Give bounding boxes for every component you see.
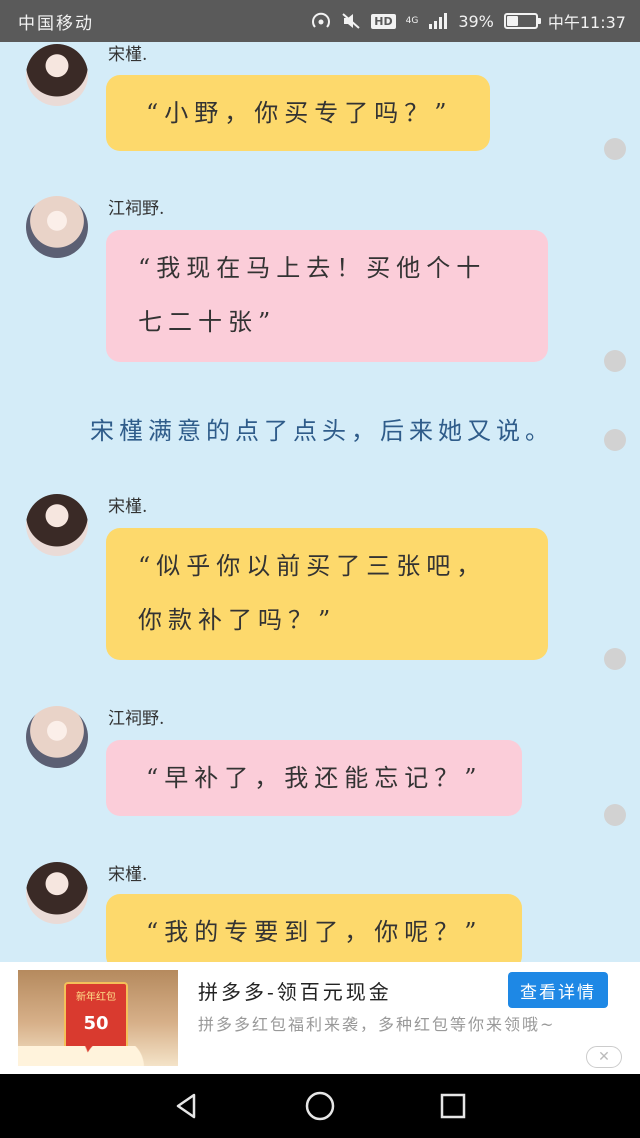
avatar[interactable] bbox=[26, 494, 88, 556]
indicator-dot bbox=[604, 804, 626, 826]
status-icons: HD 4G 39% 中午11:37 bbox=[311, 9, 626, 33]
battery-icon bbox=[503, 13, 541, 29]
message-text: “早补了，我还能忘记？” bbox=[146, 764, 483, 792]
red-envelope-icon: 新年红包 50 bbox=[64, 982, 128, 1054]
indicator-dot bbox=[604, 350, 626, 372]
message-bubble[interactable]: “早补了，我还能忘记？” bbox=[106, 740, 522, 816]
ad-thumb-badge: 新年红包 bbox=[76, 992, 116, 1003]
signal-icon bbox=[428, 13, 448, 29]
ad-thumb-amount: 50 bbox=[83, 1013, 109, 1034]
indicator-dot bbox=[604, 138, 626, 160]
battery-percent: 39% bbox=[458, 11, 494, 31]
recents-icon[interactable] bbox=[433, 1086, 473, 1126]
message-text: “我的专要到了，你呢？” bbox=[146, 918, 483, 946]
mute-icon bbox=[341, 12, 361, 30]
sender-name: 宋槿. bbox=[108, 497, 148, 517]
status-bar: 中国移动 HD 4G 39% 中午11:37 bbox=[0, 0, 640, 42]
message-text: “我现在马上去！买他个十 七二十张” bbox=[138, 254, 487, 336]
avatar[interactable] bbox=[26, 44, 88, 106]
sender-name: 江祠野. bbox=[108, 709, 165, 729]
home-icon[interactable] bbox=[300, 1086, 340, 1126]
hd-badge: HD bbox=[371, 13, 396, 29]
clock: 中午11:37 bbox=[547, 13, 626, 32]
hotspot-icon bbox=[311, 12, 331, 30]
message-text: “小野，你买专了吗？” bbox=[146, 99, 453, 127]
avatar[interactable] bbox=[26, 196, 88, 258]
ad-title[interactable]: 拼多多-领百元现金 bbox=[198, 976, 392, 1005]
ad-banner[interactable]: 新年红包 50 拼多多-领百元现金 拼多多红包福利来袭，多种红包等你来领哦~ 查… bbox=[0, 962, 640, 1074]
sender-name: 宋槿. bbox=[108, 45, 148, 65]
message-bubble[interactable]: “似乎你以前买了三张吧， 你款补了吗？” bbox=[106, 528, 548, 660]
indicator-dot bbox=[604, 648, 626, 670]
chat-area[interactable]: 宋槿. “小野，你买专了吗？” 江祠野. “我现在马上去！买他个十 七二十张” … bbox=[0, 42, 640, 962]
cloud-decoration bbox=[18, 1046, 178, 1066]
navigation-bar bbox=[0, 1074, 640, 1138]
sender-name: 宋槿. bbox=[108, 865, 148, 885]
ad-thumbnail[interactable]: 新年红包 50 bbox=[18, 970, 178, 1066]
network-type: 4G bbox=[405, 15, 419, 26]
indicator-dot bbox=[604, 429, 626, 451]
back-icon[interactable] bbox=[167, 1086, 207, 1126]
message-text: “似乎你以前买了三张吧， 你款补了吗？” bbox=[138, 552, 487, 634]
view-details-button[interactable]: 查看详情 bbox=[508, 972, 608, 1008]
avatar[interactable] bbox=[26, 706, 88, 768]
message-bubble[interactable]: “小野，你买专了吗？” bbox=[106, 75, 490, 151]
ad-description: 拼多多红包福利来袭，多种红包等你来领哦~ bbox=[198, 1015, 556, 1034]
message-bubble[interactable]: “我现在马上去！买他个十 七二十张” bbox=[106, 230, 548, 362]
sender-name: 江祠野. bbox=[108, 199, 165, 219]
message-bubble[interactable]: “我的专要到了，你呢？” bbox=[106, 894, 522, 962]
carrier-name: 中国移动 bbox=[18, 13, 94, 34]
close-icon[interactable]: ✕ bbox=[586, 1046, 622, 1068]
avatar[interactable] bbox=[26, 862, 88, 924]
narration-text: 宋槿满意的点了点头，后来她又说。 bbox=[90, 417, 554, 445]
